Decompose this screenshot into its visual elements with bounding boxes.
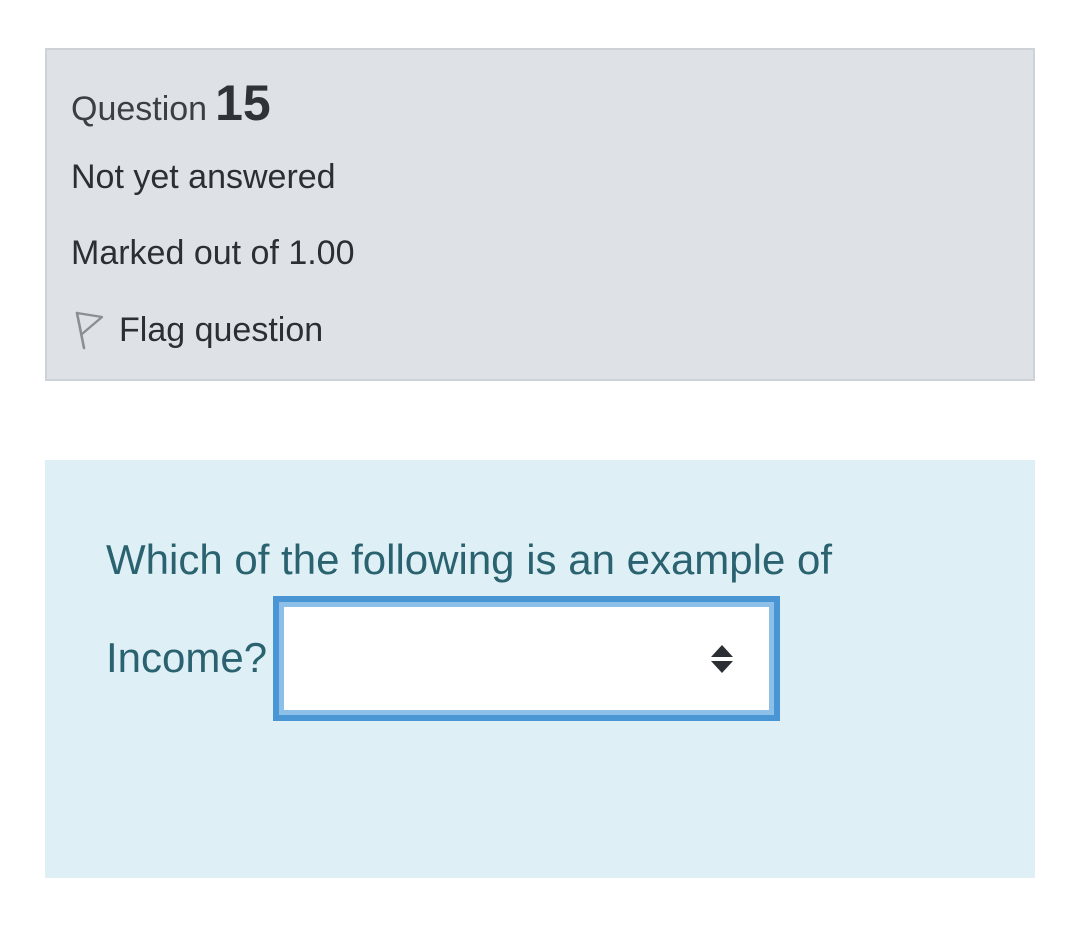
flag-question-link[interactable]: Flag question bbox=[71, 310, 323, 350]
question-label: Question bbox=[71, 90, 208, 128]
question-info-panel: Question 15 Not yet answered Marked out o… bbox=[45, 48, 1035, 381]
flag-question-label: Flag question bbox=[119, 310, 324, 349]
flag-icon bbox=[71, 310, 107, 350]
sort-arrows-icon bbox=[710, 644, 734, 674]
question-heading: Question 15 bbox=[71, 74, 271, 132]
question-content-panel: Which of the following is an example of … bbox=[45, 460, 1035, 878]
question-text-line2: Income? bbox=[106, 634, 268, 681]
question-state: Not yet answered bbox=[71, 158, 336, 196]
question-text-line1: Which of the following is an example of bbox=[106, 536, 833, 583]
question-grade: Marked out of 1.00 bbox=[71, 234, 355, 272]
question-number: 15 bbox=[215, 75, 271, 131]
answer-select[interactable] bbox=[273, 596, 780, 721]
